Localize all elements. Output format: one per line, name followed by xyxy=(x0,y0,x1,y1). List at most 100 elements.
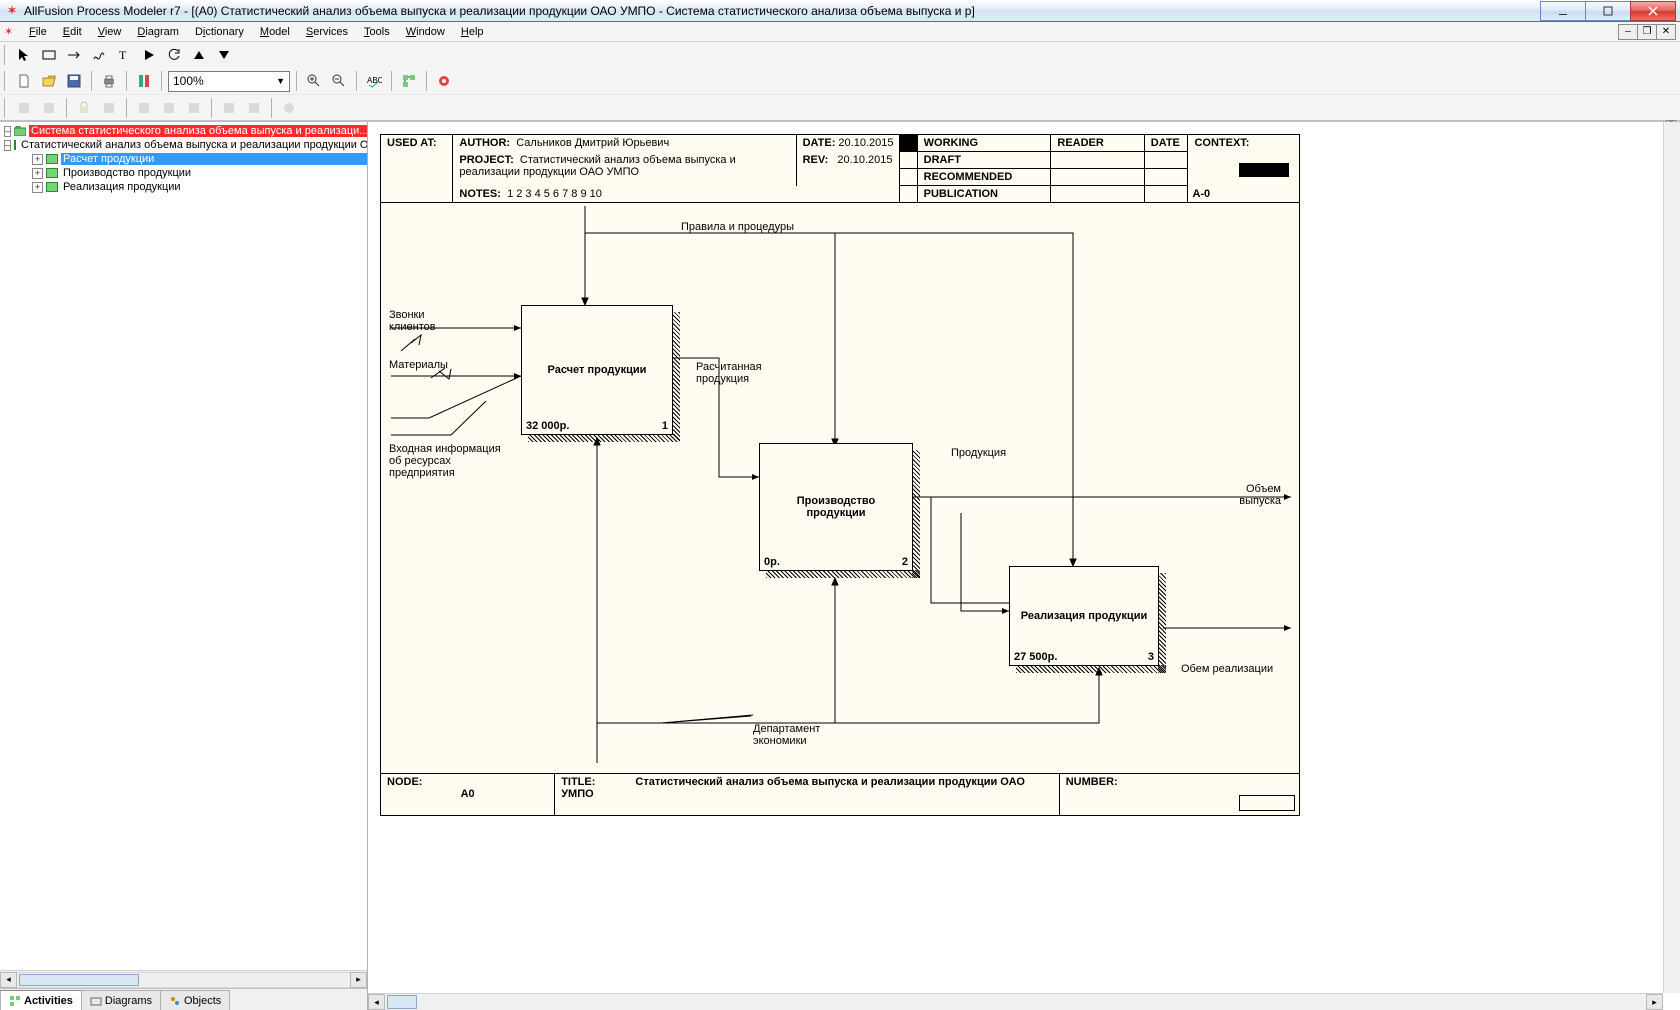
canvas-horizontal-scrollbar[interactable]: ◂ ▸ xyxy=(368,993,1663,1010)
activity-box-3[interactable]: Реализация продукции 27 500р. 3 xyxy=(1009,566,1159,666)
triangle-down-tool[interactable] xyxy=(213,44,235,66)
tree-item[interactable]: + Производство продукции xyxy=(0,166,367,180)
activity-number: 1 xyxy=(662,420,668,432)
project-label: PROJECT: xyxy=(459,154,513,166)
mm-lock-button[interactable] xyxy=(73,97,95,119)
rev-value: 20.10.2015 xyxy=(837,154,892,166)
pointer-tool[interactable] xyxy=(13,44,35,66)
activity-box-tool[interactable] xyxy=(38,44,60,66)
mdi-restore-button[interactable]: ❐ xyxy=(1637,24,1657,40)
activity-number: 2 xyxy=(902,556,908,568)
tree-root[interactable]: – Система статистического анализа объема… xyxy=(0,124,367,138)
expand-icon[interactable]: – xyxy=(4,140,11,151)
model-icon xyxy=(14,126,26,136)
activity-cost: 32 000р. xyxy=(526,420,569,432)
mm-btn-9[interactable] xyxy=(243,97,265,119)
model-tree[interactable]: – Система статистического анализа объема… xyxy=(0,122,367,970)
tree-item[interactable]: – Статистический анализ объема выпуска и… xyxy=(0,138,367,152)
text-tool[interactable]: T xyxy=(113,44,135,66)
zoom-combo[interactable]: 100%▼ xyxy=(168,71,290,92)
diagram-canvas-area[interactable]: USED AT: AUTHOR: Сальников Дмитрий Юрьев… xyxy=(368,122,1680,1010)
menu-services[interactable]: Services xyxy=(299,25,355,39)
window-title: AllFusion Process Modeler r7 - [(A0) Ста… xyxy=(24,4,1541,18)
activity-icon xyxy=(46,168,58,178)
menu-dictionary[interactable]: Dictionary xyxy=(188,25,251,39)
standard-toolbar: 100%▼ ABC xyxy=(0,68,1680,94)
tab-objects[interactable]: Objects xyxy=(160,990,230,1010)
squiggle-tool[interactable] xyxy=(88,44,110,66)
canvas-vertical-scrollbar[interactable] xyxy=(1663,122,1680,993)
zoom-in-button[interactable] xyxy=(303,70,325,92)
menu-tools[interactable]: Tools xyxy=(357,25,397,39)
nav-horizontal-scrollbar[interactable]: ◂ ▸ xyxy=(0,970,367,988)
mdi-close-button[interactable]: ✕ xyxy=(1656,24,1676,40)
mm-btn-8[interactable] xyxy=(218,97,240,119)
node-value: A0 xyxy=(387,788,548,800)
zoom-out-button[interactable] xyxy=(328,70,350,92)
menu-model[interactable]: Model xyxy=(253,25,297,39)
window-maximize-button[interactable] xyxy=(1585,1,1631,21)
node-label: NODE: xyxy=(387,776,422,788)
reader-label: READER xyxy=(1057,137,1103,149)
scroll-thumb[interactable] xyxy=(387,995,417,1009)
menu-window[interactable]: Window xyxy=(399,25,452,39)
properties-button[interactable] xyxy=(433,70,455,92)
triangle-up-tool[interactable] xyxy=(188,44,210,66)
tree-item-selected[interactable]: + Расчет продукции xyxy=(0,152,367,166)
expand-icon[interactable]: + xyxy=(32,154,43,165)
scroll-right-button[interactable]: ▸ xyxy=(350,972,367,988)
mdi-minimize-button[interactable]: – xyxy=(1618,24,1638,40)
menu-diagram[interactable]: Diagram xyxy=(130,25,186,39)
menu-view[interactable]: View xyxy=(91,25,129,39)
reader-date-label: DATE xyxy=(1151,137,1180,149)
scroll-thumb[interactable] xyxy=(19,974,139,986)
mm-btn-1[interactable] xyxy=(13,97,35,119)
activity-box-1[interactable]: Расчет продукции 32 000р. 1 xyxy=(521,305,673,435)
arrow-label: Звонки клиентов xyxy=(389,309,439,333)
spellcheck-button[interactable]: ABC xyxy=(363,70,385,92)
explorer-tabs: Activities Diagrams Objects xyxy=(0,988,367,1010)
activity-box-2[interactable]: Производство продукции 0р. 2 xyxy=(759,443,913,571)
expand-icon[interactable]: + xyxy=(32,168,43,179)
report-button[interactable] xyxy=(133,70,155,92)
arrow-label: Материалы xyxy=(389,359,448,371)
notes-value: 1 2 3 4 5 6 7 8 9 10 xyxy=(507,188,602,200)
mm-btn-6[interactable] xyxy=(158,97,180,119)
toolbar-area: T 100%▼ ABC xyxy=(0,42,1680,121)
tab-diagrams[interactable]: Diagrams xyxy=(81,990,161,1010)
scroll-right-button[interactable]: ▸ xyxy=(1646,994,1663,1010)
menu-help[interactable]: Help xyxy=(454,25,491,39)
context-id: A-0 xyxy=(1192,188,1210,200)
mm-btn-5[interactable] xyxy=(133,97,155,119)
new-button[interactable] xyxy=(13,70,35,92)
title-value: Статистический анализ объема выпуска и р… xyxy=(561,776,1025,800)
save-button[interactable] xyxy=(63,70,85,92)
refresh-tool[interactable] xyxy=(163,44,185,66)
play-tool[interactable] xyxy=(138,44,160,66)
scroll-left-button[interactable]: ◂ xyxy=(0,972,17,988)
tab-activities[interactable]: Activities xyxy=(0,990,82,1010)
tree-item[interactable]: + Реализация продукции xyxy=(0,180,367,194)
model-explorer-panel: – Система статистического анализа объема… xyxy=(0,122,368,1010)
expand-icon[interactable]: – xyxy=(4,126,11,137)
mm-btn-7[interactable] xyxy=(183,97,205,119)
window-titlebar: ✶ AllFusion Process Modeler r7 - [(A0) С… xyxy=(0,0,1680,22)
tree-label: Система статистического анализа объема в… xyxy=(29,125,367,137)
arrow-tool[interactable] xyxy=(63,44,85,66)
model-explorer-button[interactable] xyxy=(398,70,420,92)
diagram-body[interactable]: Правила и процедуры Звонки клиентов Мате… xyxy=(380,203,1300,773)
open-button[interactable] xyxy=(38,70,60,92)
mm-btn-10[interactable] xyxy=(278,97,300,119)
scroll-left-button[interactable]: ◂ xyxy=(368,994,385,1010)
activity-icon xyxy=(14,140,16,150)
mm-btn-2[interactable] xyxy=(38,97,60,119)
window-close-button[interactable] xyxy=(1630,1,1676,21)
menu-file[interactable]: File xyxy=(22,25,54,39)
print-button[interactable] xyxy=(98,70,120,92)
draft-label: DRAFT xyxy=(924,154,961,166)
svg-text:T: T xyxy=(119,48,127,62)
window-minimize-button[interactable] xyxy=(1540,1,1586,21)
expand-icon[interactable]: + xyxy=(32,182,43,193)
menu-edit[interactable]: Edit xyxy=(56,25,89,39)
mm-btn-4[interactable] xyxy=(98,97,120,119)
